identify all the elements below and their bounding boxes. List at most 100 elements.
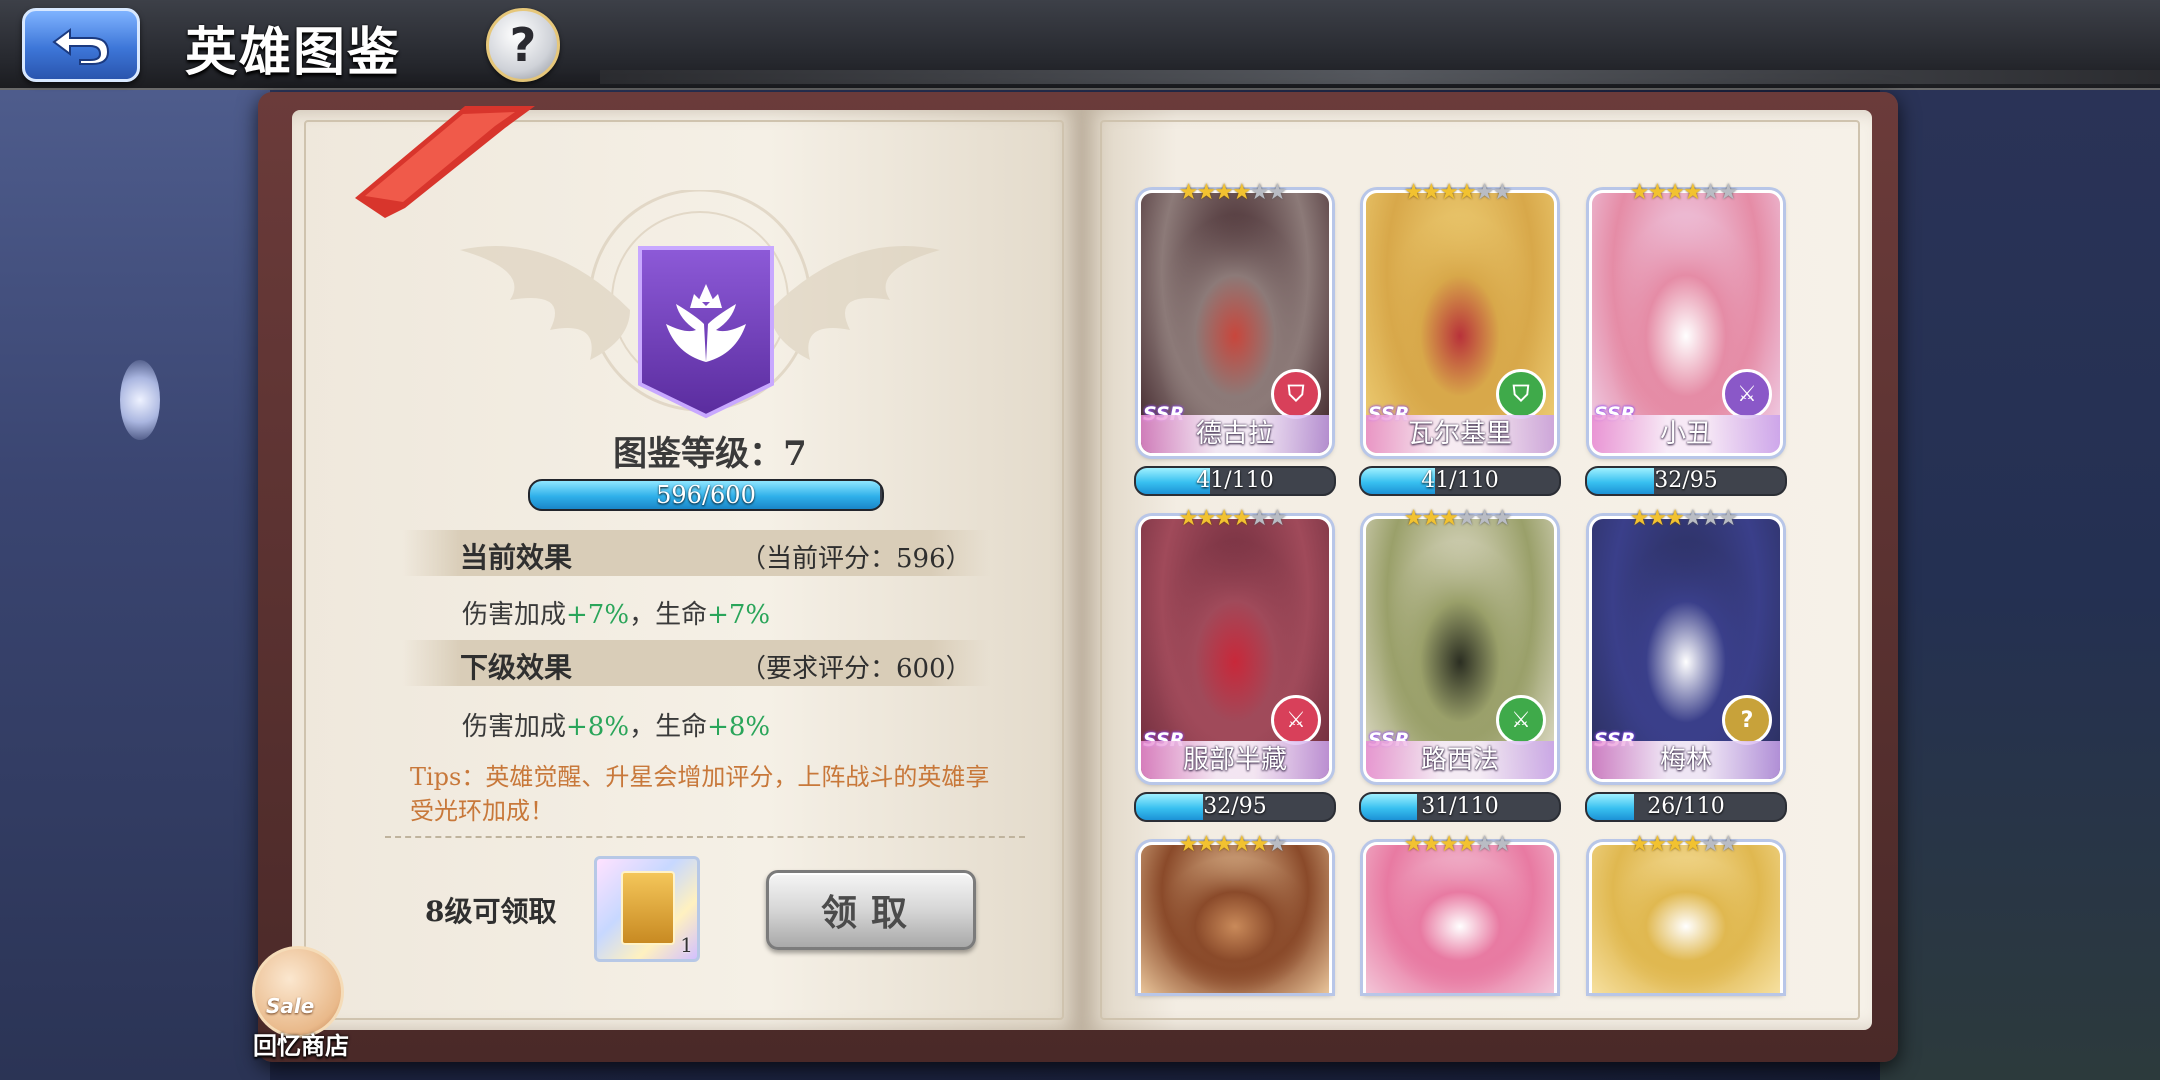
album-progress-bar: 596/600 — [528, 479, 884, 511]
shop-cake-icon — [252, 946, 344, 1038]
effect-hp-value: +7% — [707, 600, 771, 630]
swords-icon: ⚔ — [1496, 695, 1546, 745]
star-filled-icon: ★ — [1232, 506, 1252, 531]
shop-sale-tag: Sale — [266, 994, 315, 1018]
star-empty-icon: ★ — [1249, 506, 1270, 531]
star-filled-icon: ★ — [1214, 832, 1234, 857]
hero-card[interactable]: SSR ⚔ 服部半藏 ★★★★★★ 32/95 — [1134, 506, 1336, 822]
star-rating: ★★★★★★ — [1363, 832, 1551, 857]
star-filled-icon: ★ — [1214, 180, 1234, 205]
star-rating: ★★★★★★ — [1589, 832, 1777, 857]
help-button[interactable]: ? — [486, 8, 560, 82]
star-filled-icon: ★ — [1196, 180, 1217, 205]
background-lamp — [120, 360, 160, 440]
hero-shard-progress: 26/110 — [1585, 792, 1787, 822]
star-filled-icon: ★ — [1196, 506, 1217, 531]
hero-portrait-frame: SSR ⛉ 德古拉 — [1138, 190, 1332, 456]
star-empty-icon: ★ — [1718, 506, 1738, 531]
current-effect-title: 当前效果 — [460, 541, 573, 574]
effect-hp-label: ，生命 — [629, 712, 708, 742]
star-filled-icon: ★ — [1647, 832, 1668, 857]
star-filled-icon: ★ — [1178, 506, 1199, 531]
hero-name: 瓦尔基里 — [1366, 415, 1554, 453]
hero-portrait-frame: SSR ⚔ 小丑 — [1589, 190, 1783, 456]
star-filled-icon: ★ — [1214, 506, 1234, 531]
effect-damage-value: +8% — [566, 712, 630, 742]
star-filled-icon: ★ — [1629, 180, 1650, 205]
star-filled-icon: ★ — [1457, 832, 1477, 857]
star-empty-icon: ★ — [1474, 832, 1495, 857]
star-filled-icon: ★ — [1439, 832, 1459, 857]
hero-card[interactable]: SSR ⚔ 路西法 ★★★★★★ 31/110 — [1359, 506, 1561, 822]
star-empty-icon: ★ — [1718, 180, 1738, 205]
star-empty-icon: ★ — [1492, 180, 1512, 205]
star-empty-icon: ★ — [1718, 832, 1738, 857]
next-effect-text: 伤害加成+8%，生命+8% — [462, 706, 770, 743]
page-title: 英雄图鉴 — [185, 22, 402, 83]
reward-count: 1 — [680, 933, 693, 957]
shield-icon: ⛉ — [1496, 369, 1546, 419]
hero-name: 梅林 — [1592, 741, 1780, 779]
back-arrow-icon — [52, 28, 110, 65]
question-icon: ? — [1722, 695, 1772, 745]
star-filled-icon: ★ — [1232, 832, 1252, 857]
star-rating: ★★★★★★ — [1138, 506, 1326, 531]
divider — [385, 836, 1025, 838]
star-empty-icon: ★ — [1492, 506, 1512, 531]
memory-shop-button[interactable]: Sale 回忆商店 — [246, 946, 349, 1060]
effect-damage-label: 伤害加成 — [462, 600, 567, 630]
star-rating: ★★★★★★ — [1138, 832, 1326, 857]
hero-portrait — [1366, 845, 1554, 993]
star-filled-icon: ★ — [1665, 180, 1685, 205]
hero-shard-progress-text: 32/95 — [1654, 468, 1718, 493]
star-filled-icon: ★ — [1629, 832, 1650, 857]
star-filled-icon: ★ — [1457, 180, 1477, 205]
next-effect-title: 下级效果 — [460, 651, 573, 684]
star-filled-icon: ★ — [1196, 832, 1217, 857]
tips-text: Tips：英雄觉醒、升星会增加评分，上阵战斗的英雄享受光环加成！ — [410, 763, 990, 825]
star-filled-icon: ★ — [1403, 506, 1424, 531]
star-filled-icon: ★ — [1421, 180, 1442, 205]
star-filled-icon: ★ — [1439, 180, 1459, 205]
star-empty-icon: ★ — [1267, 180, 1287, 205]
hero-card[interactable]: SSR ⚔ 小丑 ★★★★★★ 32/95 — [1585, 180, 1787, 496]
hero-card[interactable]: SSR ⛉ 德古拉 ★★★★★★ 41/110 — [1134, 180, 1336, 496]
star-empty-icon: ★ — [1700, 832, 1721, 857]
claim-button[interactable]: 领取 — [766, 870, 976, 950]
hero-name: 路西法 — [1366, 741, 1554, 779]
hero-portrait-frame — [1589, 842, 1783, 993]
star-filled-icon: ★ — [1665, 832, 1685, 857]
effect-damage-value: +7% — [566, 600, 630, 630]
hero-card[interactable]: SSR ⛉ 瓦尔基里 ★★★★★★ 41/110 — [1359, 180, 1561, 496]
back-button[interactable] — [22, 8, 140, 82]
top-bar: 英雄图鉴 ? — [0, 0, 2160, 90]
star-empty-icon: ★ — [1267, 832, 1287, 857]
hero-shard-progress: 32/95 — [1134, 792, 1336, 822]
hero-shard-progress: 32/95 — [1585, 466, 1787, 496]
shield-icon: ⛉ — [1271, 369, 1321, 419]
star-empty-icon: ★ — [1249, 180, 1270, 205]
star-filled-icon: ★ — [1403, 180, 1424, 205]
hero-card[interactable]: ★★★★★★ — [1589, 832, 1783, 993]
hero-card[interactable]: ★★★★★★ — [1363, 832, 1557, 993]
hero-card[interactable]: SSR? 梅林 ★★★★★★ 26/110 — [1585, 506, 1787, 822]
star-filled-icon: ★ — [1439, 506, 1459, 531]
hero-shard-progress-text: 32/95 — [1203, 794, 1267, 819]
album-level: 图鉴等级：7 — [613, 434, 807, 474]
effect-hp-value: +8% — [707, 712, 771, 742]
hero-portrait-frame: SSR ⚔ 路西法 — [1363, 516, 1557, 782]
star-filled-icon: ★ — [1249, 832, 1270, 857]
star-empty-icon: ★ — [1492, 832, 1512, 857]
star-filled-icon: ★ — [1232, 180, 1252, 205]
hero-portrait-frame: SSR ⚔ 服部半藏 — [1138, 516, 1332, 782]
hero-shard-progress-text: 31/110 — [1421, 794, 1499, 819]
star-empty-icon: ★ — [1683, 506, 1703, 531]
card-pack-icon — [621, 871, 675, 945]
hero-card[interactable]: ★★★★★★ — [1138, 832, 1332, 993]
reward-item[interactable]: 1 — [594, 856, 700, 962]
hero-name: 德古拉 — [1141, 415, 1329, 453]
effect-damage-label: 伤害加成 — [462, 712, 567, 742]
shop-label: 回忆商店 — [253, 1031, 349, 1060]
star-empty-icon: ★ — [1474, 180, 1495, 205]
hero-shard-progress: 31/110 — [1359, 792, 1561, 822]
